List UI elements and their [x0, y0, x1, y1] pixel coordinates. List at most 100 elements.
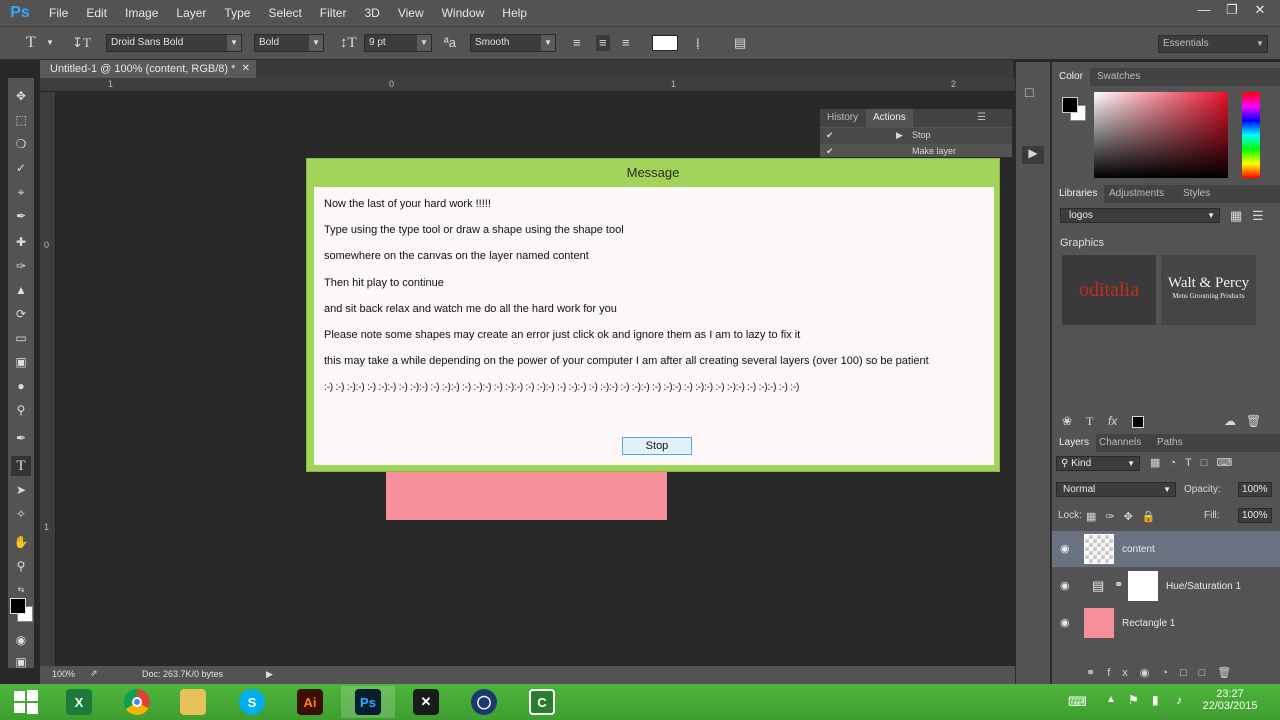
taskbar-steam[interactable]: ◯ — [457, 686, 511, 718]
opacity-input[interactable]: 100% — [1238, 482, 1272, 497]
swap-colors-icon[interactable]: ⇆ — [11, 580, 31, 600]
font-family-select[interactable]: Droid Sans Bold ▼ — [106, 34, 242, 52]
zoom-tool-icon[interactable]: ⚲ — [11, 556, 31, 576]
play-action-icon[interactable]: ▶ — [1022, 146, 1044, 164]
menu-type[interactable]: Type — [215, 0, 259, 26]
layer-row-content[interactable]: ◉ content — [1052, 531, 1280, 567]
clock[interactable]: 23:27 22/03/2015 — [1200, 688, 1260, 712]
menu-select[interactable]: Select — [259, 0, 310, 26]
orientation-toggle-icon[interactable]: ↧T — [72, 35, 91, 51]
character-panel-icon[interactable]: ▤ — [734, 35, 746, 51]
minimize-icon[interactable]: — — [1190, 0, 1218, 20]
hand-tool-icon[interactable]: ✋ — [11, 532, 31, 552]
shape-tool-icon[interactable]: ✧ — [11, 504, 31, 524]
close-icon[interactable]: ✕ — [1246, 0, 1274, 20]
menu-file[interactable]: File — [40, 0, 77, 26]
library-add-icon[interactable]: ❀ — [1062, 414, 1072, 428]
sync-icon[interactable]: ☁ — [1224, 414, 1236, 428]
layer-row-rectangle[interactable]: ◉ Rectangle 1 — [1052, 605, 1280, 641]
eraser-tool-icon[interactable]: ▭ — [11, 328, 31, 348]
taskbar-photoshop[interactable]: Ps — [341, 686, 395, 718]
font-style-select[interactable]: Bold ▼ — [254, 34, 324, 52]
keyboard-icon[interactable]: ⌨ — [1068, 694, 1087, 710]
taskbar-chrome[interactable] — [110, 686, 164, 718]
tab-adjustments[interactable]: Adjustments — [1102, 185, 1171, 203]
layer-footer-icons[interactable]: ⚭fx◉◔□□🗑 — [1086, 666, 1243, 679]
taskbar-illustrator[interactable]: Ai — [283, 686, 337, 718]
warp-text-icon[interactable]: ḷ — [696, 35, 700, 51]
menu-window[interactable]: Window — [433, 0, 494, 26]
color-field[interactable] — [1094, 92, 1228, 178]
eyedropper-tool-icon[interactable]: ✒ — [11, 206, 31, 226]
network-icon[interactable]: ▮ — [1152, 693, 1159, 707]
path-select-tool-icon[interactable]: ➤ — [11, 480, 31, 500]
restore-icon[interactable]: ❐ — [1218, 0, 1246, 20]
add-fill-color-icon[interactable] — [1132, 416, 1144, 428]
healing-brush-tool-icon[interactable]: ✚ — [11, 232, 31, 252]
list-view-icon[interactable]: ☰ — [1252, 208, 1264, 224]
font-size-select[interactable]: 9 pt ▼ — [364, 34, 432, 52]
eye-icon[interactable]: ◉ — [1060, 616, 1070, 629]
screen-mode-icon[interactable]: ▣ — [11, 652, 31, 672]
tab-channels[interactable]: Channels — [1092, 434, 1148, 452]
layer-row-hue-saturation[interactable]: ◉ ▤ ⚭ Hue/Saturation 1 — [1052, 568, 1280, 604]
start-button[interactable] — [0, 686, 52, 718]
document-tab[interactable]: Untitled-1 @ 100% (content, RGB/8) * ✕ — [40, 60, 256, 78]
lock-icons[interactable]: ▦✑✥🔒 — [1086, 510, 1165, 523]
tab-color[interactable]: Color — [1052, 68, 1090, 86]
move-tool-icon[interactable]: ✥ — [11, 86, 31, 106]
grid-view-icon[interactable]: ▦ — [1230, 208, 1242, 224]
tab-libraries[interactable]: Libraries — [1052, 185, 1105, 203]
trash-icon[interactable]: 🗑 — [1246, 414, 1261, 428]
stamp-tool-icon[interactable]: ▲ — [11, 280, 31, 300]
blend-mode-select[interactable]: Normal ▼ — [1056, 482, 1176, 497]
align-right-icon[interactable]: ≡ — [622, 35, 630, 51]
library-graphic-walt-percy[interactable]: Walt & Percy Mens Grooming Products — [1161, 255, 1256, 325]
hue-slider[interactable] — [1242, 92, 1260, 178]
tab-layers[interactable]: Layers — [1052, 434, 1097, 452]
menu-image[interactable]: Image — [116, 0, 167, 26]
quick-select-tool-icon[interactable]: ✓ — [11, 158, 31, 178]
taskbar-camtasia[interactable]: C — [515, 686, 569, 718]
history-brush-tool-icon[interactable]: ⟳ — [11, 304, 31, 324]
taskbar-cinema[interactable]: ✕ — [399, 686, 453, 718]
foreground-color-chip[interactable] — [1062, 97, 1078, 113]
panel-menu-icon[interactable]: ☰ — [970, 109, 993, 127]
library-select[interactable]: logos ▼ — [1060, 208, 1220, 223]
pen-tool-icon[interactable]: ✒ — [11, 428, 31, 448]
menu-edit[interactable]: Edit — [77, 0, 116, 26]
tab-history[interactable]: History — [820, 109, 865, 127]
eye-icon[interactable]: ◉ — [1060, 542, 1070, 555]
quick-mask-icon[interactable]: ◉ — [11, 630, 31, 650]
tab-paths[interactable]: Paths — [1150, 434, 1190, 452]
stop-button[interactable]: Stop — [622, 437, 692, 455]
tool-preset-caret-icon[interactable]: ▼ — [46, 35, 54, 51]
gradient-tool-icon[interactable]: ▣ — [11, 352, 31, 372]
align-center-icon[interactable]: ≡ — [596, 35, 610, 51]
tray-chevron-icon[interactable]: ▲ — [1106, 694, 1116, 705]
info-menu-icon[interactable]: ▶ — [266, 669, 273, 680]
action-row[interactable]: ✔ Make layer — [820, 146, 1012, 158]
antialias-select[interactable]: Smooth ▼ — [470, 34, 556, 52]
library-graphic-oditalia[interactable]: oditalia — [1062, 255, 1156, 325]
crop-tool-icon[interactable]: ⌖ — [11, 182, 31, 202]
action-row[interactable]: ✔ ▶ Stop — [820, 128, 1012, 144]
close-tab-icon[interactable]: ✕ — [242, 60, 250, 78]
export-icon[interactable]: ⇗ — [90, 668, 98, 679]
layer-filter-icons[interactable]: ▦◔T□⌨ — [1150, 456, 1241, 469]
menu-filter[interactable]: Filter — [311, 0, 356, 26]
dodge-tool-icon[interactable]: ⚲ — [11, 400, 31, 420]
lasso-tool-icon[interactable]: ❍ — [11, 134, 31, 154]
add-layer-style-icon[interactable]: fx — [1108, 414, 1117, 428]
menu-3d[interactable]: 3D — [355, 0, 388, 26]
volume-icon[interactable]: ♪ — [1176, 693, 1182, 707]
rectangle-shape[interactable] — [386, 472, 667, 520]
menu-help[interactable]: Help — [493, 0, 536, 26]
marquee-tool-icon[interactable]: ⬚ — [11, 110, 31, 130]
taskbar-excel[interactable]: X — [52, 686, 106, 718]
taskbar-explorer[interactable] — [166, 686, 220, 718]
menu-layer[interactable]: Layer — [167, 0, 215, 26]
history-panel-icon[interactable]: □ — [1025, 84, 1033, 100]
fill-input[interactable]: 100% — [1238, 508, 1272, 523]
tab-swatches[interactable]: Swatches — [1090, 68, 1147, 86]
